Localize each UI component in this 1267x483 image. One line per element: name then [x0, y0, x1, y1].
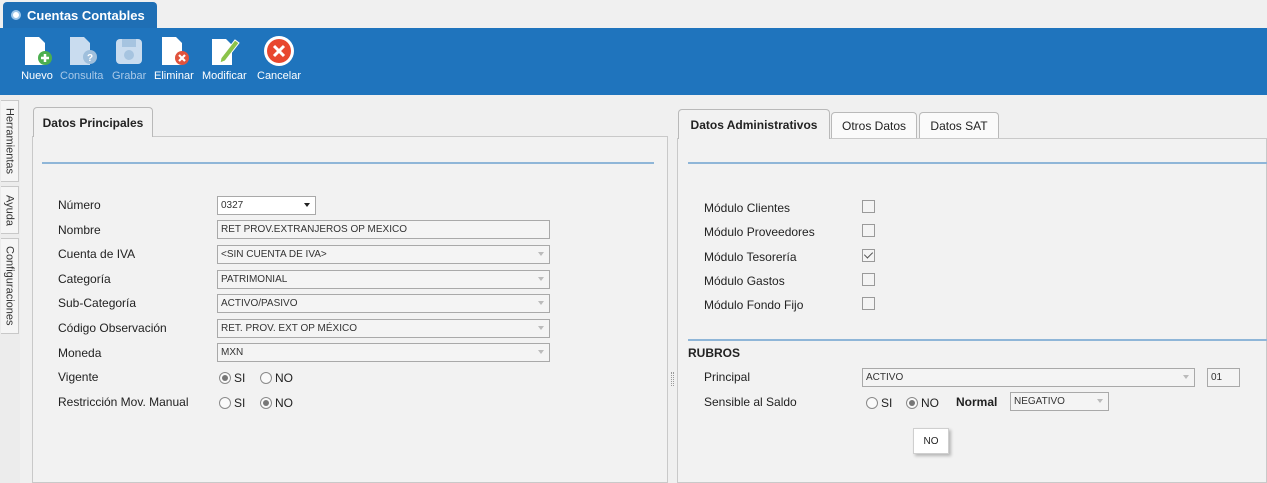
sub-categoria-select[interactable]: ACTIVO/PASIVO — [217, 294, 550, 313]
categoria-label: Categoría — [58, 272, 111, 286]
side-tab-configuraciones[interactable]: Configuraciones — [1, 238, 19, 334]
radio-circle — [260, 372, 272, 384]
vigente-si-radio[interactable]: SI — [219, 371, 245, 385]
categoria-select[interactable]: PATRIMONIAL — [217, 270, 550, 289]
radio-circle — [906, 397, 918, 409]
splitter-handle[interactable] — [671, 372, 674, 386]
save-disk-icon — [116, 39, 143, 64]
tab-otros-datos[interactable]: Otros Datos — [831, 112, 917, 139]
nombre-label: Nombre — [58, 223, 101, 237]
modulo-fondo-fijo-checkbox[interactable] — [862, 297, 875, 310]
toolbar: Nuevo ? Consulta Grabar Eliminar Modific… — [0, 28, 1267, 95]
edit-document-icon — [212, 39, 241, 65]
restriccion-no-radio[interactable]: NO — [260, 396, 293, 410]
dropdown-popup-option[interactable]: NO — [913, 428, 949, 454]
modulo-clientes-checkbox[interactable] — [862, 200, 875, 213]
window-title: Cuentas Contables — [27, 7, 145, 23]
tab-datos-sat[interactable]: Datos SAT — [919, 112, 999, 139]
consulta-button[interactable]: ? Consulta — [60, 34, 103, 82]
vigente-no-radio[interactable]: NO — [260, 371, 293, 385]
window-tab-cuentas-contables[interactable]: Cuentas Contables — [3, 2, 157, 28]
divider — [688, 339, 1267, 341]
modulo-proveedores-label: Módulo Proveedores — [704, 225, 815, 239]
radio-circle — [866, 397, 878, 409]
tab-datos-principales[interactable]: Datos Principales — [33, 107, 153, 137]
new-document-icon — [25, 37, 52, 65]
nombre-field[interactable]: RET PROV.EXTRANJEROS OP MEXICO — [217, 220, 550, 239]
radio-circle — [260, 397, 272, 409]
cuenta-iva-label: Cuenta de IVA — [58, 247, 136, 261]
rubros-heading: RUBROS — [688, 346, 741, 360]
radio-circle — [219, 397, 231, 409]
numero-label: Número — [58, 198, 101, 212]
normal-label: Normal — [956, 395, 998, 409]
delete-document-icon — [161, 37, 189, 65]
codigo-observacion-select[interactable]: RET. PROV. EXT OP MÉXICO — [217, 319, 550, 338]
radio-circle — [219, 372, 231, 384]
divider — [688, 162, 1267, 164]
chevron-down-icon — [538, 301, 544, 305]
modificar-button[interactable]: Modificar — [202, 34, 247, 82]
side-tab-herramientas[interactable]: Herramientas — [1, 100, 19, 182]
cuenta-iva-select[interactable]: <SIN CUENTA DE IVA> — [217, 245, 550, 264]
chevron-down-icon — [1097, 399, 1103, 403]
normal-select[interactable]: NEGATIVO — [1010, 392, 1109, 411]
restriccion-label: Restricción Mov. Manual — [58, 395, 189, 409]
moneda-select[interactable]: MXN — [217, 343, 550, 362]
numero-select[interactable]: 0327 — [217, 196, 316, 215]
chevron-down-icon — [538, 277, 544, 281]
modulo-tesoreria-label: Módulo Tesorería — [704, 250, 797, 264]
modulo-gastos-checkbox[interactable] — [862, 273, 875, 286]
principal-code-field[interactable]: 01 — [1207, 368, 1240, 387]
divider — [42, 162, 654, 164]
cancelar-button[interactable]: Cancelar — [257, 34, 301, 82]
modulo-proveedores-checkbox[interactable] — [862, 224, 875, 237]
chevron-down-icon — [538, 252, 544, 256]
restriccion-si-radio[interactable]: SI — [219, 396, 245, 410]
window-tab-strip — [0, 0, 1267, 28]
sensible-si-radio[interactable]: SI — [866, 396, 892, 410]
modulo-clientes-label: Módulo Clientes — [704, 201, 791, 215]
vigente-label: Vigente — [58, 370, 99, 384]
sensible-saldo-label: Sensible al Saldo — [704, 395, 797, 409]
grabar-button[interactable]: Grabar — [112, 34, 146, 82]
eliminar-button[interactable]: Eliminar — [154, 34, 194, 82]
sub-categoria-label: Sub-Categoría — [58, 296, 137, 310]
window-tab-icon — [11, 10, 21, 20]
modulo-gastos-label: Módulo Gastos — [704, 274, 785, 288]
principal-select[interactable]: ACTIVO — [862, 368, 1195, 387]
codigo-observacion-label: Código Observación — [58, 321, 167, 335]
tab-datos-administrativos[interactable]: Datos Administrativos — [678, 109, 830, 139]
chevron-down-icon — [304, 203, 310, 207]
modulo-fondo-fijo-label: Módulo Fondo Fijo — [704, 298, 804, 312]
sensible-no-radio[interactable]: NO — [906, 396, 939, 410]
modulo-tesoreria-checkbox[interactable] — [862, 249, 875, 262]
query-document-icon: ? — [69, 37, 97, 65]
principal-label: Principal — [704, 370, 751, 384]
moneda-label: Moneda — [58, 346, 102, 360]
cancel-icon — [264, 36, 295, 66]
nuevo-button[interactable]: Nuevo — [20, 34, 54, 82]
chevron-down-icon — [538, 350, 544, 354]
svg-text:?: ? — [87, 53, 93, 64]
chevron-down-icon — [1183, 375, 1189, 379]
side-tab-ayuda[interactable]: Ayuda — [1, 186, 19, 234]
chevron-down-icon — [538, 326, 544, 330]
